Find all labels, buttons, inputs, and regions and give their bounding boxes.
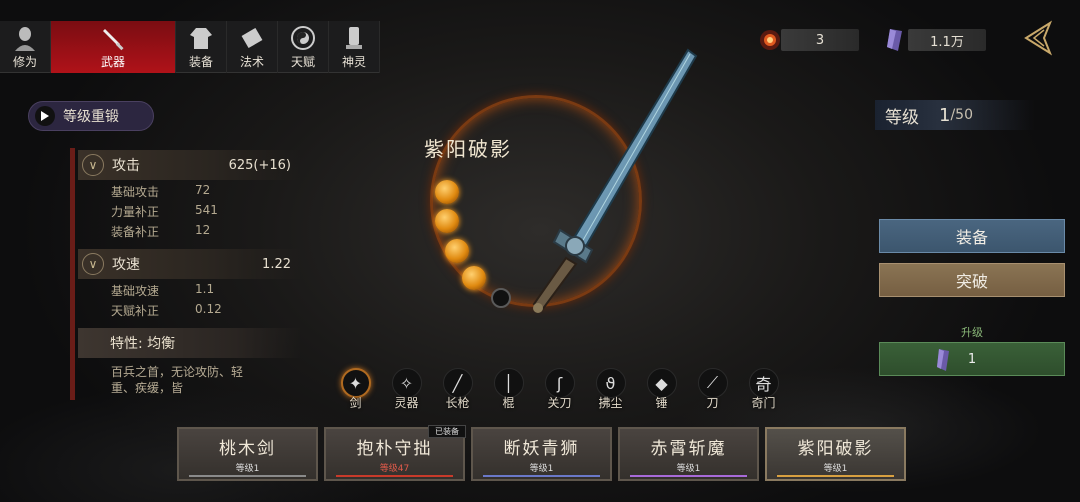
stats-divider — [70, 148, 75, 400]
category-exotic[interactable]: 奇奇门 — [738, 368, 789, 412]
tablet-icon — [346, 27, 362, 49]
upgrade-button[interactable]: 1 — [879, 342, 1065, 376]
category-artifact[interactable]: ✧ 灵器 — [381, 368, 432, 412]
weapon-category-bar: ✦ 剑 ✧ 灵器 ╱ 长枪 │ 棍 ʃ 关刀 ϑ 拂尘 ◆ 锤 ⟋ 刀 奇奇门 — [330, 368, 789, 412]
sword-illustration — [532, 48, 698, 313]
tab-weapon[interactable]: 武器 — [51, 21, 176, 73]
weapon-card[interactable]: 桃木剑 等级1 — [177, 427, 318, 481]
stat-row: 天赋补正 0.12 — [111, 302, 222, 318]
back-arrow-icon[interactable] — [1020, 20, 1060, 56]
stat-row: 基础攻速 1.1 — [111, 282, 215, 298]
rarity-stripe — [483, 475, 600, 477]
stat-row: 装备补正 12 — [111, 223, 211, 239]
category-spear[interactable]: ╱ 长枪 — [432, 368, 483, 412]
reforge-button[interactable]: 等级重锻 — [28, 101, 154, 131]
sword-icon — [103, 29, 124, 51]
crystal-resource: 1.1万 — [884, 28, 986, 52]
equipped-badge: 已装备 — [428, 425, 466, 438]
rarity-stripe — [630, 475, 747, 477]
fire-orb-icon — [760, 30, 780, 50]
category-sword[interactable]: ✦ 剑 — [330, 368, 381, 412]
tab-magic[interactable]: 法术 — [227, 21, 278, 73]
rarity-stripe — [777, 475, 894, 477]
star-orb-filled — [435, 209, 459, 233]
weapon-card-list: 桃木剑 等级1 抱朴守拙 等级47 断妖青狮 等级1 赤霄斩魔 等级1 紫阳破影 等级1 — [177, 427, 906, 481]
stats-panel: ∨ 攻击 625(+16) 基础攻击 72 力量补正 541 装备补正 12 ∨ 攻速… — [70, 146, 300, 402]
weapon-card[interactable]: 断妖青狮 等级1 — [471, 427, 612, 481]
category-whisk[interactable]: ϑ 拂尘 — [585, 368, 636, 412]
star-orb-empty — [491, 288, 511, 308]
chevron-down-icon: ∨ — [82, 154, 104, 176]
star-orb-filled — [435, 180, 459, 204]
breakthrough-button[interactable]: 突破 — [879, 263, 1065, 297]
scroll-icon — [241, 27, 263, 49]
weapon-description: 百兵之首，无论攻防、轻重、疾缓，皆 — [111, 365, 244, 395]
yin-yang-icon — [291, 26, 315, 50]
equip-button[interactable]: 装备 — [879, 219, 1065, 253]
bald-monk-icon — [15, 27, 35, 51]
category-staff[interactable]: │ 棍 — [483, 368, 534, 412]
speed-value: 1.22 — [262, 256, 291, 272]
trait-label: 特性: 均衡 — [78, 328, 300, 358]
attack-header[interactable]: ∨ 攻击 625(+16) — [78, 150, 300, 180]
fire-resource: 3 — [757, 28, 859, 52]
rarity-stripe — [336, 475, 453, 477]
level-display: 等级 1 /50 — [875, 100, 1035, 130]
chevron-down-icon: ∨ — [82, 253, 104, 275]
weapon-card[interactable]: 赤霄斩魔 等级1 — [618, 427, 759, 481]
fire-count: 3 — [781, 29, 859, 51]
rarity-stripe — [189, 475, 306, 477]
category-hammer[interactable]: ◆ 锤 — [636, 368, 687, 412]
stat-row: 基础攻击 72 — [111, 183, 211, 199]
purple-crystal-icon — [937, 349, 949, 371]
stat-row: 力量补正 541 — [111, 203, 218, 219]
tab-cultivation[interactable]: 修为 — [0, 21, 51, 73]
speed-header[interactable]: ∨ 攻速 1.22 — [78, 249, 300, 279]
weapon-card-selected[interactable]: 紫阳破影 等级1 — [765, 427, 906, 481]
robe-icon — [190, 28, 212, 49]
star-orb-filled — [462, 266, 486, 290]
tab-talent[interactable]: 天赋 — [278, 21, 329, 73]
purple-crystal-icon — [887, 29, 902, 51]
attack-value: 625(+16) — [228, 157, 291, 173]
crystal-count: 1.1万 — [908, 29, 986, 51]
category-blade[interactable]: ⟋ 刀 — [687, 368, 738, 412]
upgrade-label: 升级 — [961, 326, 983, 339]
top-tab-bar: 修为 武器 装备 法术 天赋 神灵 — [0, 21, 380, 73]
category-guandao[interactable]: ʃ 关刀 — [534, 368, 585, 412]
play-icon — [35, 106, 55, 126]
star-orb-filled — [445, 239, 469, 263]
tab-equipment[interactable]: 装备 — [176, 21, 227, 73]
tab-deity[interactable]: 神灵 — [329, 21, 380, 73]
